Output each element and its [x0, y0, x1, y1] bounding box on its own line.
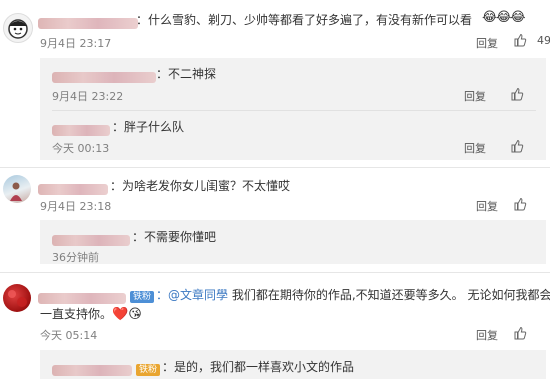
- divider: [52, 110, 536, 111]
- avatar[interactable]: [3, 284, 31, 312]
- thumbs-up-icon[interactable]: [513, 325, 527, 344]
- comment-username[interactable]: [38, 179, 108, 198]
- comment-text: ：@文章同學 我们都在期待你的作品,不知道还要等多久。 无论如何我都会: [156, 288, 550, 302]
- reply-text: ：不二神探: [156, 67, 217, 81]
- divider: [0, 167, 550, 168]
- reply-username[interactable]: [52, 120, 110, 139]
- thumbs-up-icon[interactable]: [513, 196, 527, 215]
- reply-username[interactable]: [52, 360, 132, 379]
- reply-timestamp: 36分钟前: [52, 251, 99, 264]
- reply-text: ：胖子什么队: [112, 120, 185, 134]
- flower-photo-icon: [8, 290, 27, 307]
- thumbs-up-icon[interactable]: [510, 86, 524, 105]
- comment-username[interactable]: [38, 13, 138, 32]
- fan-badge: 铁粉: [136, 359, 161, 378]
- thumbs-up-icon: [513, 32, 527, 51]
- comment-text-continued: 一直支持你。❤️😘: [40, 307, 142, 322]
- cartoon-avatar-icon: [8, 19, 28, 39]
- reply-thread: ：不二神探 9月4日 23:22 回复 ：胖子什么队 今天 00:13 回复: [40, 58, 546, 160]
- avatar[interactable]: [3, 13, 33, 43]
- mention-link[interactable]: ：@文章同學: [156, 288, 228, 302]
- person-photo-icon: [10, 182, 22, 201]
- comment-timestamp: 9月4日 23:17: [40, 37, 112, 50]
- avatar[interactable]: [3, 175, 31, 203]
- reply-button[interactable]: 回复: [476, 198, 498, 214]
- reply-thread: 铁粉 ：是的，我们都一样喜欢小文的作品: [40, 350, 546, 379]
- like-button[interactable]: 49: [513, 32, 550, 48]
- like-count: 49: [537, 34, 550, 47]
- comment-timestamp: 9月4日 23:18: [40, 200, 112, 213]
- laughing-emoji-group: 😂😂😂: [482, 10, 526, 25]
- reply-timestamp: 9月4日 23:22: [52, 90, 124, 103]
- reply-thread: ：不需要你懂吧 36分钟前: [40, 220, 546, 264]
- fan-badge: 铁粉: [130, 286, 155, 305]
- reply-text: ：不需要你懂吧: [132, 230, 217, 244]
- reply-button[interactable]: 回复: [464, 88, 486, 104]
- comment-text: ：什么雪豹、剃刀、少帅等都看了好多遍了，有没有新作可以看: [136, 13, 473, 27]
- reply-button[interactable]: 回复: [476, 35, 498, 51]
- reply-button[interactable]: 回复: [464, 140, 486, 156]
- reply-text: ：是的，我们都一样喜欢小文的作品: [162, 360, 355, 374]
- heart-kiss-emoji: ❤️😘: [112, 307, 142, 322]
- reply-username[interactable]: [52, 67, 156, 86]
- reply-timestamp: 今天 00:13: [52, 142, 110, 155]
- thumbs-up-icon[interactable]: [510, 138, 524, 157]
- comment-text: ：为啥老发你女儿闺蜜？不太懂哎: [110, 179, 291, 193]
- reply-username[interactable]: [52, 230, 130, 249]
- divider: [0, 272, 550, 273]
- comment-timestamp: 今天 05:14: [40, 329, 98, 342]
- reply-button[interactable]: 回复: [476, 327, 498, 343]
